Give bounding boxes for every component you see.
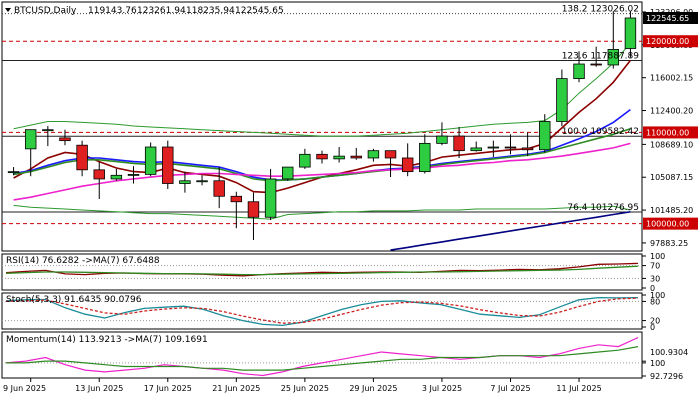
date-axis[interactable]: 9 Jun 2025 13 Jun 2025 17 Jun 2025 21 Jun 2… xyxy=(2,377,642,393)
bullish-candle xyxy=(144,146,157,175)
bullish-candle xyxy=(367,150,380,159)
bullish-candle xyxy=(624,17,637,49)
close-value: 122545.65 xyxy=(235,6,284,16)
bearish-candle xyxy=(93,169,105,180)
date-tick-label: 9 Jun 2025 xyxy=(3,384,46,393)
osc-tick-label: 92.7296 xyxy=(650,372,683,381)
bullish-candle xyxy=(42,129,54,132)
bullish-candle xyxy=(299,153,311,168)
osc-tick-label: 100 xyxy=(650,252,665,261)
price-axis[interactable]: 123206.00119603.89116002.15112400.201086… xyxy=(642,8,698,248)
bearish-candle xyxy=(401,157,414,173)
rsi-label: RSI(14) 76.6282 ->MA(7) 67.6488 xyxy=(6,256,160,266)
date-tick-label: 17 Jun 2025 xyxy=(144,384,192,393)
osc-tick-label: 30 xyxy=(650,274,660,283)
rsi-panel[interactable]: RSI(14) 76.6282 ->MA(7) 67.6488 10070300 xyxy=(1,252,665,293)
bullish-candle xyxy=(539,121,551,151)
osc-tick-label: 70 xyxy=(650,262,660,271)
chart-header: BTCUSD,Daily 119143.76 123261.94 118235.… xyxy=(5,6,284,16)
bearish-candle xyxy=(590,63,602,66)
bearish-candle xyxy=(76,144,88,171)
bullish-candle xyxy=(110,174,123,180)
date-tick-label: 13 Jun 2025 xyxy=(75,384,123,393)
chart-canvas[interactable]: 138.2 123026.02 123.6 117887.89 100.0 1095… xyxy=(0,0,700,400)
level-price-tag-label: 110000.00 xyxy=(646,128,689,137)
price-tick-label: 108689.10 xyxy=(650,140,693,149)
date-tick-label: 3 Jul 2025 xyxy=(422,384,462,393)
bearish-candle xyxy=(213,180,225,197)
bullish-candle xyxy=(179,180,191,184)
bearish-candle xyxy=(453,135,465,152)
bearish-candle xyxy=(230,195,243,203)
bullish-candle xyxy=(487,146,500,149)
bearish-candle xyxy=(247,201,260,218)
date-tick-label: 7 Jul 2025 xyxy=(490,384,530,393)
price-tick-label: 112400.20 xyxy=(650,107,693,116)
bullish-candle xyxy=(436,135,448,144)
momentum-label: Momentum(14) 113.9213 ->MA(7) 109.1691 xyxy=(6,335,208,345)
osc-tick-label: 100.9304 xyxy=(650,348,688,357)
bearish-candle xyxy=(316,153,328,160)
date-tick-label: 25 Jun 2025 xyxy=(281,384,329,393)
bearish-candle xyxy=(350,155,362,159)
bullish-candle xyxy=(264,178,277,218)
high-value: 123261.94 xyxy=(137,6,186,16)
fib-level-label: 123.6 117887.89 xyxy=(562,51,640,61)
level-price-tag-label: 100000.00 xyxy=(646,220,689,229)
rsi-axis: 10070300 xyxy=(642,252,665,293)
price-tick-label: 101485.20 xyxy=(650,206,693,215)
bullish-candle xyxy=(24,129,37,150)
low-value: 118235.94 xyxy=(186,6,235,16)
price-panel[interactable]: 138.2 123026.02 123.6 117887.89 100.0 1095… xyxy=(1,1,643,252)
bearish-candle xyxy=(521,147,534,151)
bullish-candle xyxy=(573,63,585,80)
bullish-candle xyxy=(470,147,482,152)
fib-level-label: 76.4 101276.95 xyxy=(567,203,639,213)
bullish-candle xyxy=(282,166,294,180)
bearish-candle xyxy=(504,146,517,149)
open-value: 119143.76 xyxy=(88,6,137,16)
date-tick-label: 11 Jul 2025 xyxy=(556,384,601,393)
bearish-candle xyxy=(162,146,174,184)
fib-level-label: 100.0 109582.42 xyxy=(562,127,639,137)
price-tick-label: 116002.15 xyxy=(650,74,693,83)
stoch-axis: 10080200 xyxy=(642,291,665,332)
stoch-label: Stoch(5,3,3) 91.6435 90.0796 xyxy=(6,295,142,305)
bullish-candle xyxy=(7,171,20,174)
bullish-candle xyxy=(196,180,208,183)
momentum-panel[interactable]: Momentum(14) 113.9213 ->MA(7) 109.1691 1… xyxy=(1,331,688,381)
level-price-tag-label: 120000.00 xyxy=(646,37,689,46)
osc-tick-label: 80 xyxy=(650,297,660,306)
current-price-label: 122545.65 xyxy=(646,14,689,23)
bullish-candle xyxy=(419,142,431,173)
bullish-candle xyxy=(127,173,140,176)
osc-tick-label: 100 xyxy=(650,359,665,368)
symbol-label: BTCUSD,Daily xyxy=(14,6,77,16)
price-tick-label: 105087.15 xyxy=(650,173,693,182)
trading-chart-window[interactable]: 138.2 123026.02 123.6 117887.89 100.0 1095… xyxy=(0,0,700,400)
bearish-candle xyxy=(59,137,71,142)
date-tick-label: 21 Jun 2025 xyxy=(212,384,260,393)
bullish-candle xyxy=(333,155,345,160)
bearish-candle xyxy=(384,150,397,159)
price-tick-label: 97883.25 xyxy=(650,239,688,248)
fib-level-label: 138.2 123026.02 xyxy=(562,5,639,15)
date-tick-label: 29 Jun 2025 xyxy=(349,384,397,393)
bullish-candle xyxy=(556,78,568,122)
momentum-axis: 100 92.7296 100.9304 xyxy=(642,348,688,381)
osc-tick-label: 0 xyxy=(650,323,655,332)
stoch-panel[interactable]: Stoch(5,3,3) 91.6435 90.0796 10080200 xyxy=(1,291,665,332)
